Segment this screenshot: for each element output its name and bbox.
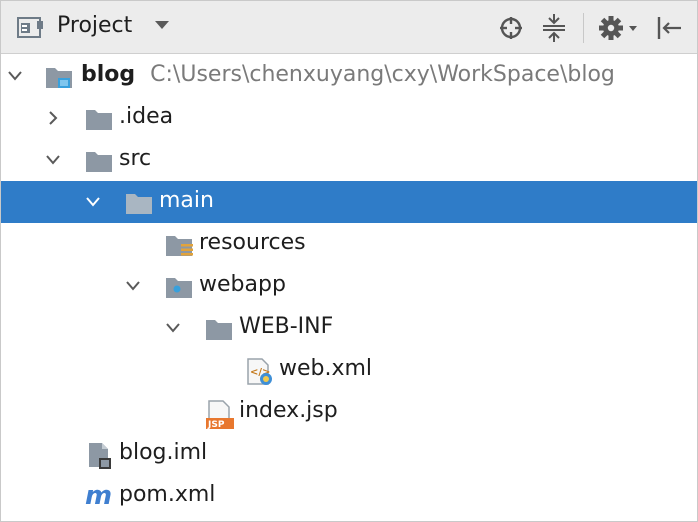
chevron-down-icon[interactable] xyxy=(7,68,23,84)
jsp-file-icon: JSP xyxy=(205,400,237,434)
tree-node-webapp[interactable]: webapp xyxy=(1,265,697,307)
tree-node-label: .idea xyxy=(119,104,174,129)
folder-icon xyxy=(125,190,155,220)
tree-node-web-inf[interactable]: WEB-INF xyxy=(1,307,697,349)
tree-node-label: WEB-INF xyxy=(239,314,334,339)
tree-node-label: main xyxy=(159,188,214,213)
tree-node-web-xml[interactable]: </> web.xml xyxy=(1,349,697,391)
folder-icon xyxy=(205,316,235,346)
chevron-down-icon[interactable] xyxy=(85,194,101,210)
chevron-down-icon[interactable] xyxy=(125,278,141,294)
tree-node-label: blog.iml xyxy=(119,440,208,465)
tree-node-label: src xyxy=(119,146,152,171)
toolbar-separator xyxy=(583,13,584,43)
svg-text:m: m xyxy=(85,481,112,509)
project-view-icon[interactable] xyxy=(17,15,45,45)
folder-icon xyxy=(85,148,115,178)
chevron-down-icon[interactable] xyxy=(165,320,181,336)
tree-node-label: webapp xyxy=(199,272,286,297)
project-tool-window: Project blog C:\Users\chenxuyang\cxy\Wor… xyxy=(0,0,698,522)
dropdown-caret-icon[interactable] xyxy=(155,21,169,29)
locate-icon[interactable] xyxy=(498,15,524,45)
svg-text:JSP: JSP xyxy=(207,420,225,430)
module-path: C:\Users\chenxuyang\cxy\WorkSpace\blog xyxy=(150,62,615,87)
module-folder-icon xyxy=(45,64,75,94)
chevron-down-icon[interactable] xyxy=(45,152,61,168)
chevron-right-icon[interactable] xyxy=(45,110,61,126)
xml-file-icon: </> xyxy=(245,358,275,390)
tree-node-blog-iml[interactable]: blog.iml xyxy=(1,433,697,475)
tree-node-label: pom.xml xyxy=(119,482,216,507)
resources-folder-icon xyxy=(165,232,195,262)
folder-icon xyxy=(85,106,115,136)
tree-node-idea[interactable]: .idea xyxy=(1,97,697,139)
tree-node-resources[interactable]: resources xyxy=(1,223,697,265)
hide-panel-icon[interactable] xyxy=(655,14,683,46)
tree-node-label: resources xyxy=(199,230,306,255)
collapse-all-icon[interactable] xyxy=(541,13,567,47)
tree-node-label: index.jsp xyxy=(239,398,338,423)
tree-node-pom-xml[interactable]: m pom.xml xyxy=(1,475,697,517)
tree-node-main[interactable]: main xyxy=(1,181,697,223)
panel-title[interactable]: Project xyxy=(57,13,132,38)
web-folder-icon xyxy=(165,274,195,304)
iml-file-icon xyxy=(87,442,115,474)
project-toolbar: Project xyxy=(1,1,697,54)
tree-node-label: web.xml xyxy=(279,356,373,381)
maven-file-icon: m xyxy=(85,481,115,513)
tree-node-blog[interactable]: blog C:\Users\chenxuyang\cxy\WorkSpace\b… xyxy=(1,55,697,97)
settings-gear-icon[interactable] xyxy=(598,14,640,46)
tree-node-src[interactable]: src xyxy=(1,139,697,181)
tree-node-index-jsp[interactable]: JSP index.jsp xyxy=(1,391,697,433)
tree-node-label: blog xyxy=(81,62,136,87)
